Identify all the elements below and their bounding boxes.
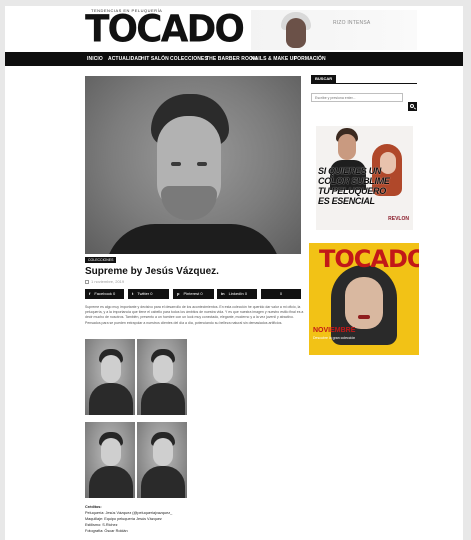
logo-text: TOCADO [85, 7, 245, 51]
nav-item-actualidad[interactable]: ACTUALIDAD [108, 56, 142, 62]
site-logo[interactable]: TENDENCIAS EN PELUQUERÍA TOCADO [85, 6, 245, 52]
magazine-cover-title: NOVIEMBRE [313, 327, 356, 334]
gallery-photo-1[interactable] [85, 339, 135, 415]
pinterest-icon: p [177, 291, 180, 296]
share-count: 0 [200, 291, 203, 296]
sidebar-ad-revlon[interactable]: SI QUIERES UN COLOR SUBLIME TU PELUQUERO… [316, 126, 413, 230]
nav-item-colecciones[interactable]: COLECCIONES [170, 56, 208, 62]
search-button[interactable] [408, 102, 417, 111]
widget-divider [311, 83, 417, 84]
share-twitter-button[interactable]: t Twitter 0 [128, 289, 169, 299]
nav-item-hit-salon[interactable]: HIT SALÓN [141, 56, 169, 62]
category-badge[interactable]: COLECCIONES [85, 257, 117, 263]
share-facebook-button[interactable]: f Facebook 0 [85, 289, 124, 299]
search-input[interactable] [311, 93, 403, 102]
share-linkedin-button[interactable]: in LinkedIn 0 [217, 289, 257, 299]
nav-item-barber-room[interactable]: THE BARBER ROOM [206, 56, 257, 62]
gallery-photo-3[interactable] [85, 422, 135, 498]
page: TENDENCIAS EN PELUQUERÍA TOCADO RIZO INT… [5, 6, 463, 540]
ad-model-image [279, 10, 313, 50]
linkedin-icon: in [221, 291, 225, 296]
ad-banner-text: RIZO INTENSA [333, 20, 371, 26]
hero-image [85, 76, 301, 254]
ad-brand-logo: REVLON [388, 216, 409, 222]
share-label: Pinterest [183, 291, 200, 296]
share-label: LinkedIn [228, 291, 244, 296]
article-body: Supreme es algo muy importante y decisiv… [85, 305, 304, 325]
magazine-cover-subtitle: Descubre la gran colección [313, 336, 356, 340]
share-count: 0 [113, 291, 116, 296]
header-ad-banner[interactable]: RIZO INTENSA [251, 10, 417, 50]
credits-line: Fotografía: Óscar Roldán [85, 529, 128, 533]
share-more-button[interactable]: 0 [261, 289, 301, 299]
magazine-cover[interactable]: TOCADO NOVIEMBRE Descubre la gran colecc… [309, 243, 419, 355]
ad-headline: SI QUIERES UN COLOR SUBLIME TU PELUQUERO… [318, 166, 390, 206]
date-text: 1 noviembre, 2019 [91, 279, 125, 284]
article-credits: Créditos: Peluquería: Jesús Vázquez (@pe… [85, 504, 172, 534]
main-nav: INICIO ACTUALIDAD HIT SALÓN COLECCIONES … [5, 52, 463, 66]
magazine-logo: TOCADO [319, 245, 419, 273]
gallery-photo-2[interactable] [137, 339, 187, 415]
share-count: 0 [279, 291, 283, 296]
gallery-photo-4[interactable] [137, 422, 187, 498]
share-label: Facebook [94, 291, 112, 296]
nav-item-formacion[interactable]: FORMACIÓN [294, 56, 326, 62]
nav-item-nails-make-up[interactable]: NAILS & MAKE UP [251, 56, 297, 62]
twitter-icon: t [132, 291, 134, 296]
search-widget-title: BUSCAR [311, 75, 337, 83]
article-title: Supreme by Jesús Vázquez. [85, 266, 219, 277]
article-date: 1 noviembre, 2019 [85, 279, 124, 284]
calendar-icon [85, 280, 89, 284]
facebook-icon: f [89, 291, 91, 296]
share-label: Twitter [137, 291, 150, 296]
share-count: 0 [150, 291, 153, 296]
share-pinterest-button[interactable]: p Pinterest 0 [173, 289, 214, 299]
share-count: 0 [244, 291, 248, 296]
nav-item-inicio[interactable]: INICIO [87, 56, 103, 62]
